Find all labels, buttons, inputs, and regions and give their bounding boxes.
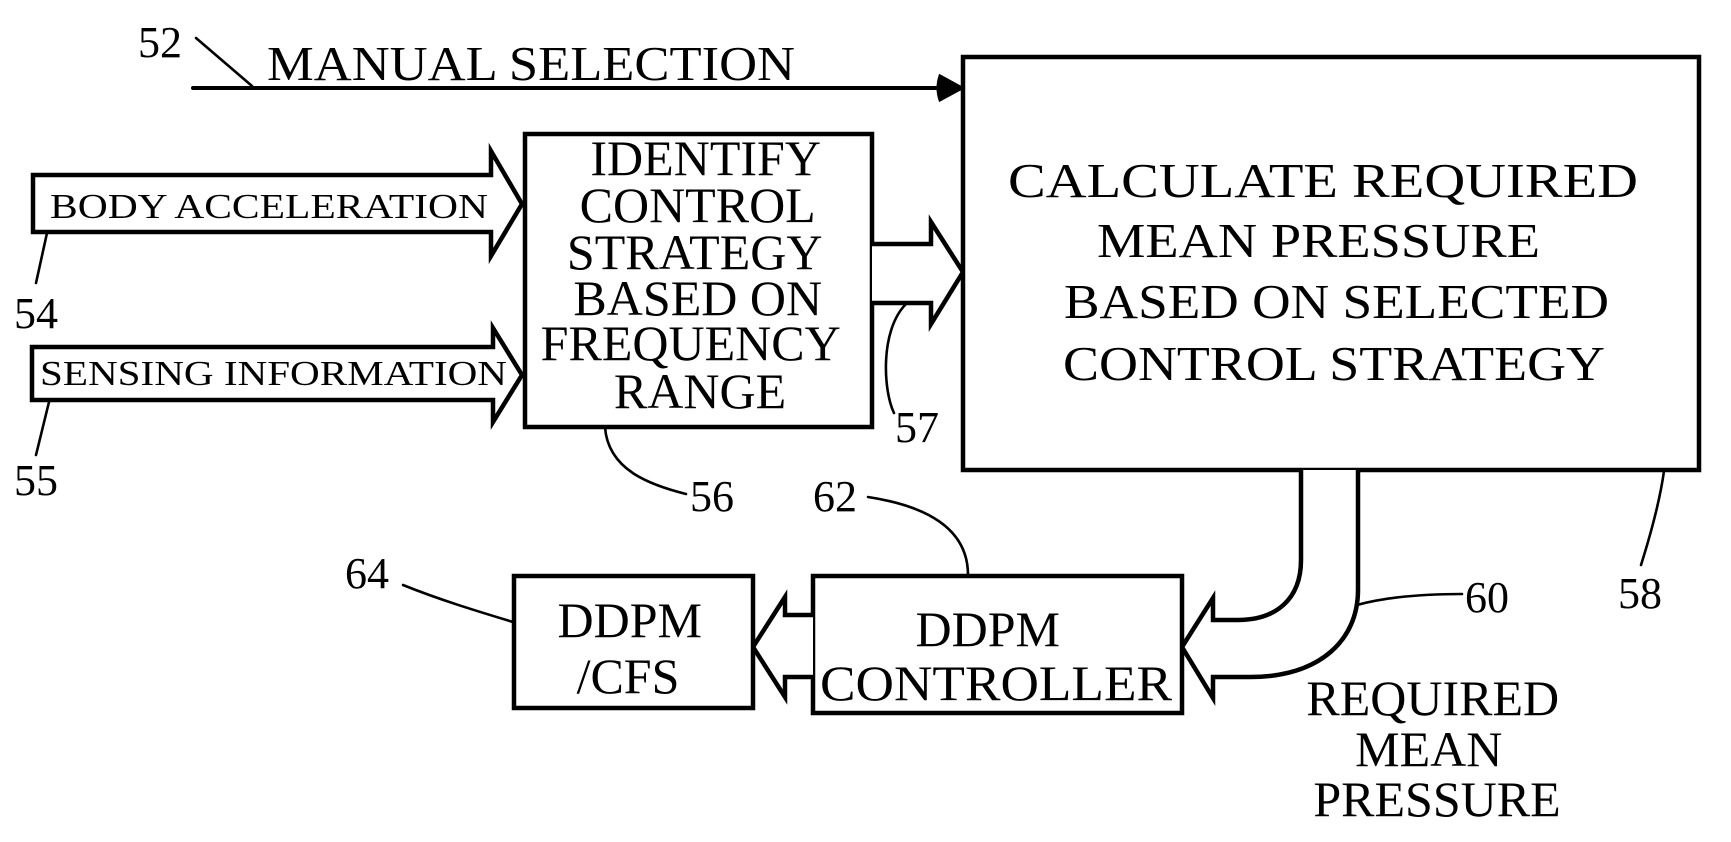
- calculate-line-3: BASED ON SELECTED: [1064, 274, 1609, 329]
- leader-line-56: [603, 425, 688, 496]
- identify-strategy-block: IDENTIFY CONTROL STRATEGY BASED ON FREQU…: [522, 130, 875, 521]
- ref-label-55: 55: [14, 456, 58, 505]
- ref-label-64: 64: [345, 549, 389, 598]
- ref-label-52: 52: [138, 18, 182, 67]
- leader-line-52: [194, 36, 254, 88]
- body-acceleration-input: BODY ACCELERATION 54: [14, 142, 525, 338]
- ref-label-62: 62: [813, 472, 857, 521]
- required-pressure-line-1: REQUIRED: [1306, 670, 1559, 726]
- leader-line-57: [884, 302, 908, 415]
- bent-arrow-required-pressure: [1179, 470, 1361, 707]
- flow-diagram: 52 MANUAL SELECTION BODY ACCELERATION 54…: [14, 18, 1702, 827]
- ddpm-cfs-line-1: DDPM: [558, 592, 702, 648]
- required-pressure-line-3: PRESSURE: [1313, 771, 1560, 827]
- leader-line-60: [1355, 592, 1464, 607]
- calculate-line-2: MEAN PRESSURE: [1097, 213, 1540, 268]
- leader-line-58: [1639, 469, 1666, 567]
- block-arrow-strategy-output: [872, 214, 966, 332]
- ddpm-cfs-block: DDPM /CFS 64: [345, 549, 756, 711]
- calculate-line-1: CALCULATE REQUIRED: [1008, 153, 1638, 208]
- block-arrow-controller-output: [750, 589, 813, 705]
- required-pressure-label: REQUIRED MEAN PRESSURE: [1306, 670, 1571, 827]
- calculate-line-4: CONTROL STRATEGY: [1063, 336, 1605, 391]
- ref-label-60: 60: [1465, 573, 1509, 622]
- strategy-output: 57: [872, 214, 966, 452]
- leader-line-64: [401, 583, 515, 624]
- leader-line-62: [866, 495, 970, 577]
- ddpm-cfs-line-2: /CFS: [577, 648, 680, 704]
- required-pressure-signal: 60 REQUIRED MEAN PRESSURE: [1179, 470, 1571, 827]
- sensing-information-input: SENSING INFORMATION 55: [14, 320, 525, 505]
- manual-selection-label: MANUAL SELECTION: [267, 36, 795, 91]
- arrowhead-icon: [936, 73, 966, 103]
- required-pressure-line-2: MEAN: [1355, 721, 1502, 777]
- manual-selection-input: 52 MANUAL SELECTION: [138, 18, 966, 103]
- ddpm-controller-block: DDPM CONTROLLER 62: [810, 472, 1185, 716]
- leader-line-55: [34, 400, 51, 457]
- controller-line-2: CONTROLLER: [820, 655, 1173, 711]
- leader-line-54: [34, 231, 49, 285]
- sensing-information-label: SENSING INFORMATION: [40, 354, 507, 393]
- ref-label-56: 56: [690, 472, 734, 521]
- ref-label-58: 58: [1618, 569, 1662, 618]
- controller-line-1: DDPM: [916, 601, 1060, 657]
- ref-label-57: 57: [895, 403, 939, 452]
- body-acceleration-label: BODY ACCELERATION: [50, 187, 488, 226]
- ref-label-54: 54: [14, 289, 58, 338]
- identify-line-6: RANGE: [614, 363, 786, 419]
